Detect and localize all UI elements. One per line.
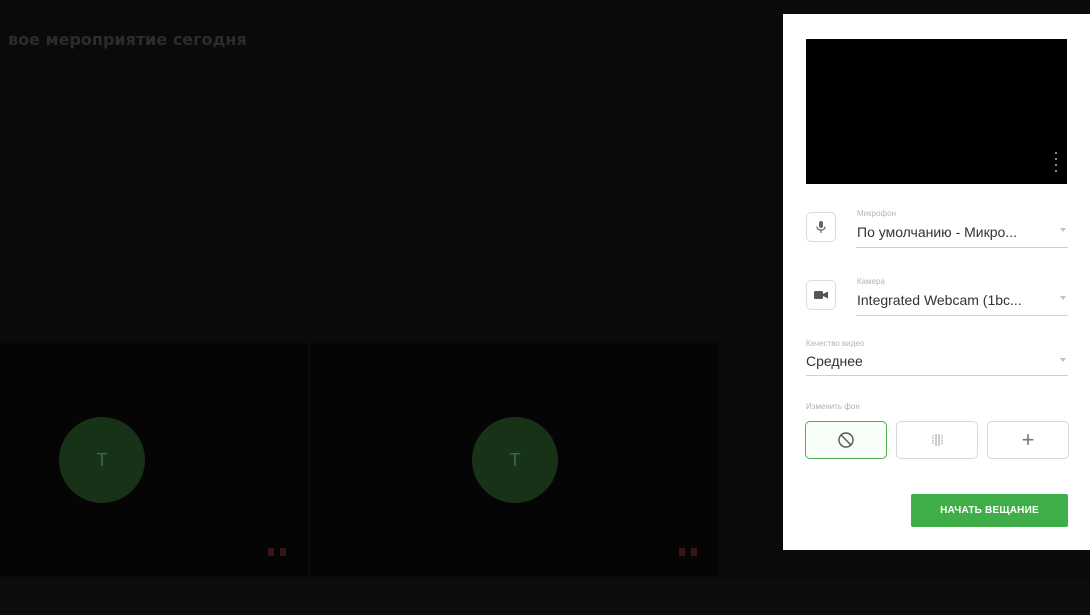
participant-tile[interactable]: T bbox=[0, 343, 308, 576]
no-background-button[interactable] bbox=[805, 421, 887, 459]
add-background-button[interactable]: + bbox=[987, 421, 1069, 459]
event-title: вое мероприятие сегодня bbox=[8, 30, 247, 49]
background-label: Изменить фон bbox=[806, 402, 860, 411]
broadcast-settings-panel: Микрофон По умолчанию - Микро... Камера … bbox=[783, 14, 1090, 550]
camera-value: Integrated Webcam (1bc... bbox=[857, 292, 1022, 308]
microphone-select[interactable]: Микрофон По умолчанию - Микро... bbox=[856, 208, 1068, 248]
video-quality-select[interactable]: Качество видео Среднее bbox=[806, 338, 1068, 376]
camera-select[interactable]: Камера Integrated Webcam (1bc... bbox=[856, 276, 1068, 316]
camera-off-icon bbox=[691, 548, 697, 556]
camera-off-icon bbox=[280, 548, 286, 556]
camera-label: Камера bbox=[857, 277, 885, 286]
add-background-icon: + bbox=[1021, 427, 1035, 452]
tile-status bbox=[268, 548, 286, 556]
blur-background-button[interactable] bbox=[896, 421, 978, 459]
mic-muted-icon bbox=[268, 548, 274, 556]
video-preview bbox=[806, 39, 1067, 184]
chevron-down-icon bbox=[1060, 358, 1066, 362]
camera-icon[interactable] bbox=[806, 280, 836, 310]
quality-value: Среднее bbox=[806, 353, 863, 369]
bottom-bar bbox=[0, 578, 1090, 615]
tile-status bbox=[679, 548, 697, 556]
camera-row: Камера Integrated Webcam (1bc... bbox=[806, 276, 1070, 316]
quality-label: Качество видео bbox=[806, 339, 865, 348]
start-broadcast-button[interactable]: НАЧАТЬ ВЕЩАНИЕ bbox=[911, 494, 1068, 527]
avatar: T bbox=[59, 417, 145, 503]
chevron-down-icon bbox=[1060, 228, 1066, 232]
mic-muted-icon bbox=[679, 548, 685, 556]
microphone-value: По умолчанию - Микро... bbox=[857, 224, 1017, 240]
no-background-icon bbox=[838, 432, 854, 448]
chevron-down-icon bbox=[1060, 296, 1066, 300]
participant-tile[interactable]: T bbox=[311, 343, 719, 576]
microphone-icon[interactable] bbox=[806, 212, 836, 242]
avatar: T bbox=[472, 417, 558, 503]
blur-background-icon bbox=[932, 434, 943, 446]
microphone-row: Микрофон По умолчанию - Микро... bbox=[806, 208, 1070, 248]
microphone-label: Микрофон bbox=[857, 209, 896, 218]
more-options-icon[interactable] bbox=[1055, 152, 1057, 172]
